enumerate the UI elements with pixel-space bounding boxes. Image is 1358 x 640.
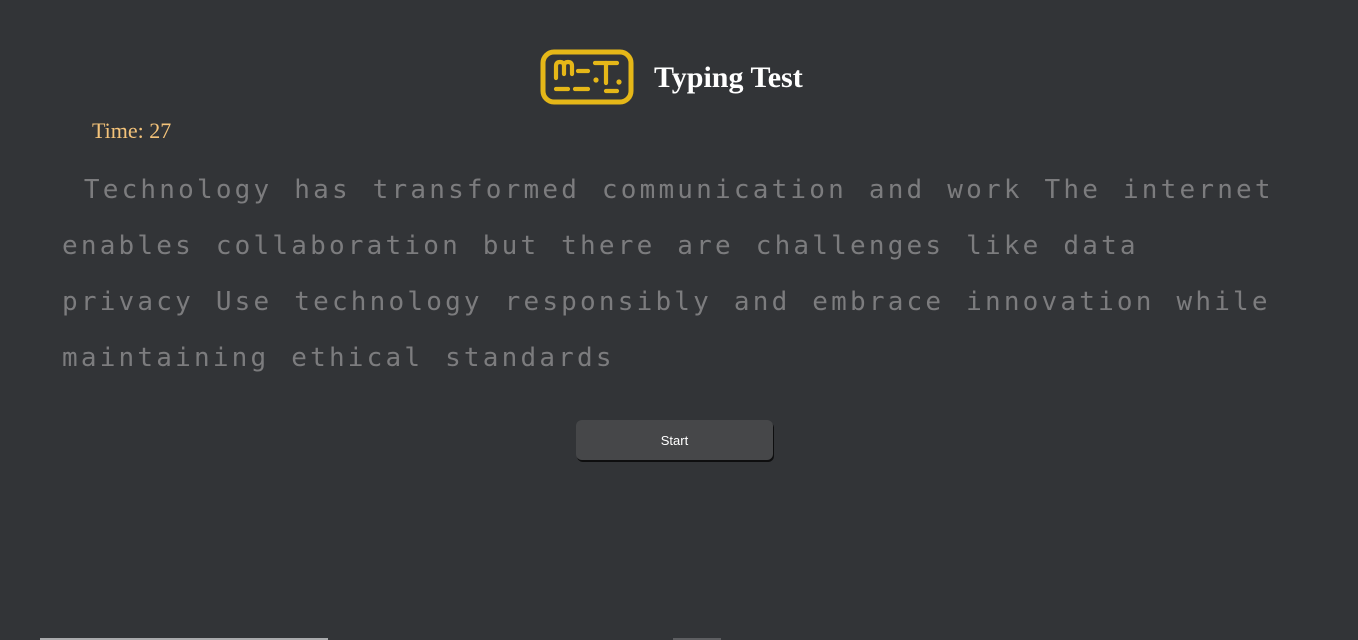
timer-display: Time: 27 xyxy=(92,118,172,143)
page-title: Typing Test xyxy=(654,61,803,94)
mt-logo-icon xyxy=(540,49,634,105)
typing-passage: Technology has transformed communication… xyxy=(62,175,1296,373)
start-button[interactable]: Start xyxy=(576,420,773,460)
app-header: Typing Test xyxy=(540,48,803,106)
